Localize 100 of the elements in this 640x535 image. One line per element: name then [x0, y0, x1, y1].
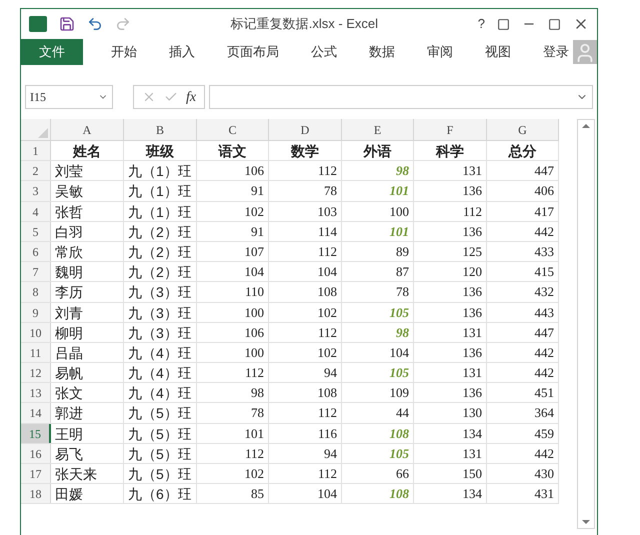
window-title: 标记重复数据.xlsx - Excel [230, 15, 380, 34]
ribbon-tab[interactable]: 视图 [473, 39, 523, 65]
table-cell: 张天来 [51, 464, 124, 484]
table-cell: 109 [342, 383, 414, 402]
table-cell: 101 [197, 424, 269, 443]
table-cell: 112 [269, 403, 342, 423]
column-header[interactable]: A [51, 119, 124, 140]
table-cell: 102 [269, 302, 342, 322]
table-cell: 108 [342, 424, 414, 443]
row-header[interactable]: 18 [21, 484, 51, 504]
table-cell: 136 [414, 282, 487, 302]
row-header[interactable]: 9 [21, 302, 51, 322]
table-cell: 364 [487, 403, 559, 423]
table-cell: 刘青 [51, 302, 124, 322]
table-cell: 443 [487, 302, 559, 322]
row-header[interactable]: 2 [21, 161, 51, 180]
table-cell: 87 [342, 262, 414, 282]
table-cell: 易帆 [51, 363, 124, 382]
row-header[interactable]: 8 [21, 282, 51, 302]
undo-icon[interactable] [87, 16, 103, 32]
table-cell: 九（1）玨 [124, 161, 197, 180]
table-cell: 108 [269, 282, 342, 302]
column-title-cell: 科学 [414, 141, 487, 160]
ribbon-tab[interactable]: 数据 [357, 39, 407, 65]
table-cell: 112 [197, 363, 269, 382]
table-cell: 102 [197, 202, 269, 221]
table-cell: 98 [342, 161, 414, 180]
column-header[interactable]: C [197, 119, 269, 140]
row-header[interactable]: 7 [21, 262, 51, 282]
insert-function-icon[interactable]: fx [186, 86, 196, 108]
sign-in-link[interactable]: 登录 [543, 42, 569, 62]
table-cell: 447 [487, 322, 559, 342]
table-cell: 103 [269, 202, 342, 221]
table-cell: 89 [342, 242, 414, 262]
row-header[interactable]: 13 [21, 383, 51, 402]
table-cell: 442 [487, 363, 559, 382]
column-header[interactable]: D [269, 119, 342, 140]
formula-field[interactable] [209, 85, 593, 109]
table-cell: 白羽 [51, 222, 124, 241]
row-header[interactable]: 3 [21, 181, 51, 201]
table-cell: 易飞 [51, 444, 124, 463]
table-cell: 106 [197, 322, 269, 342]
table-cell: 九（3）玨 [124, 302, 197, 322]
table-cell: 李历 [51, 282, 124, 302]
table-cell: 134 [414, 484, 487, 504]
table-cell: 432 [487, 282, 559, 302]
table-cell: 九（1）玨 [124, 181, 197, 201]
ribbon-tab[interactable]: 审阅 [415, 39, 465, 65]
table-cell: 150 [414, 464, 487, 484]
table-cell: 131 [414, 444, 487, 463]
table-cell: 459 [487, 424, 559, 443]
ribbon-tab[interactable]: 页面布局 [215, 39, 291, 65]
table-cell: 102 [269, 342, 342, 362]
table-cell: 131 [414, 161, 487, 180]
row-header[interactable]: 11 [21, 342, 51, 362]
column-title-cell: 总分 [487, 141, 559, 160]
row-header[interactable]: 10 [21, 322, 51, 342]
column-header[interactable]: E [342, 119, 414, 140]
table-cell: 108 [269, 383, 342, 402]
column-header[interactable]: G [487, 119, 559, 140]
table-cell: 112 [269, 464, 342, 484]
table-cell: 九（2）玨 [124, 242, 197, 262]
table-cell: 104 [197, 262, 269, 282]
ribbon-tab[interactable]: 插入 [157, 39, 207, 65]
table-cell: 104 [269, 484, 342, 504]
row-header[interactable]: 12 [21, 363, 51, 382]
column-title-cell: 语文 [197, 141, 269, 160]
row-header[interactable]: 16 [21, 444, 51, 463]
row-header[interactable]: 5 [21, 222, 51, 241]
maximize-icon[interactable] [548, 18, 561, 30]
ribbon-tab[interactable]: 开始 [99, 39, 149, 65]
ribbon-tab[interactable]: 公式 [299, 39, 349, 65]
table-cell: 刘莹 [51, 161, 124, 180]
table-cell: 九（4）玨 [124, 342, 197, 362]
table-cell: 110 [197, 282, 269, 302]
column-header[interactable]: B [124, 119, 197, 140]
table-cell: 112 [197, 444, 269, 463]
table-cell: 447 [487, 161, 559, 180]
row-header[interactable]: 14 [21, 403, 51, 423]
save-icon[interactable] [59, 16, 75, 32]
column-title-cell: 外语 [342, 141, 414, 160]
table-cell: 104 [269, 262, 342, 282]
table-cell: 131 [414, 363, 487, 382]
table-cell: 78 [269, 181, 342, 201]
ribbon-display-icon[interactable] [497, 18, 510, 30]
vertical-scrollbar[interactable] [577, 119, 595, 529]
table-cell: 415 [487, 262, 559, 282]
table-cell: 九（5）玨 [124, 403, 197, 423]
table-cell: 125 [414, 242, 487, 262]
table-cell: 417 [487, 202, 559, 221]
name-box[interactable]: I15 [25, 85, 113, 109]
row-header[interactable]: 6 [21, 242, 51, 262]
row-header[interactable]: 1 [21, 141, 51, 160]
table-cell: 430 [487, 464, 559, 484]
row-header[interactable]: 15 [21, 424, 51, 443]
row-header[interactable]: 4 [21, 202, 51, 221]
column-header[interactable]: F [414, 119, 487, 140]
table-cell: 吴敏 [51, 181, 124, 201]
row-header[interactable]: 17 [21, 464, 51, 484]
help-button[interactable]: ? [478, 14, 485, 34]
